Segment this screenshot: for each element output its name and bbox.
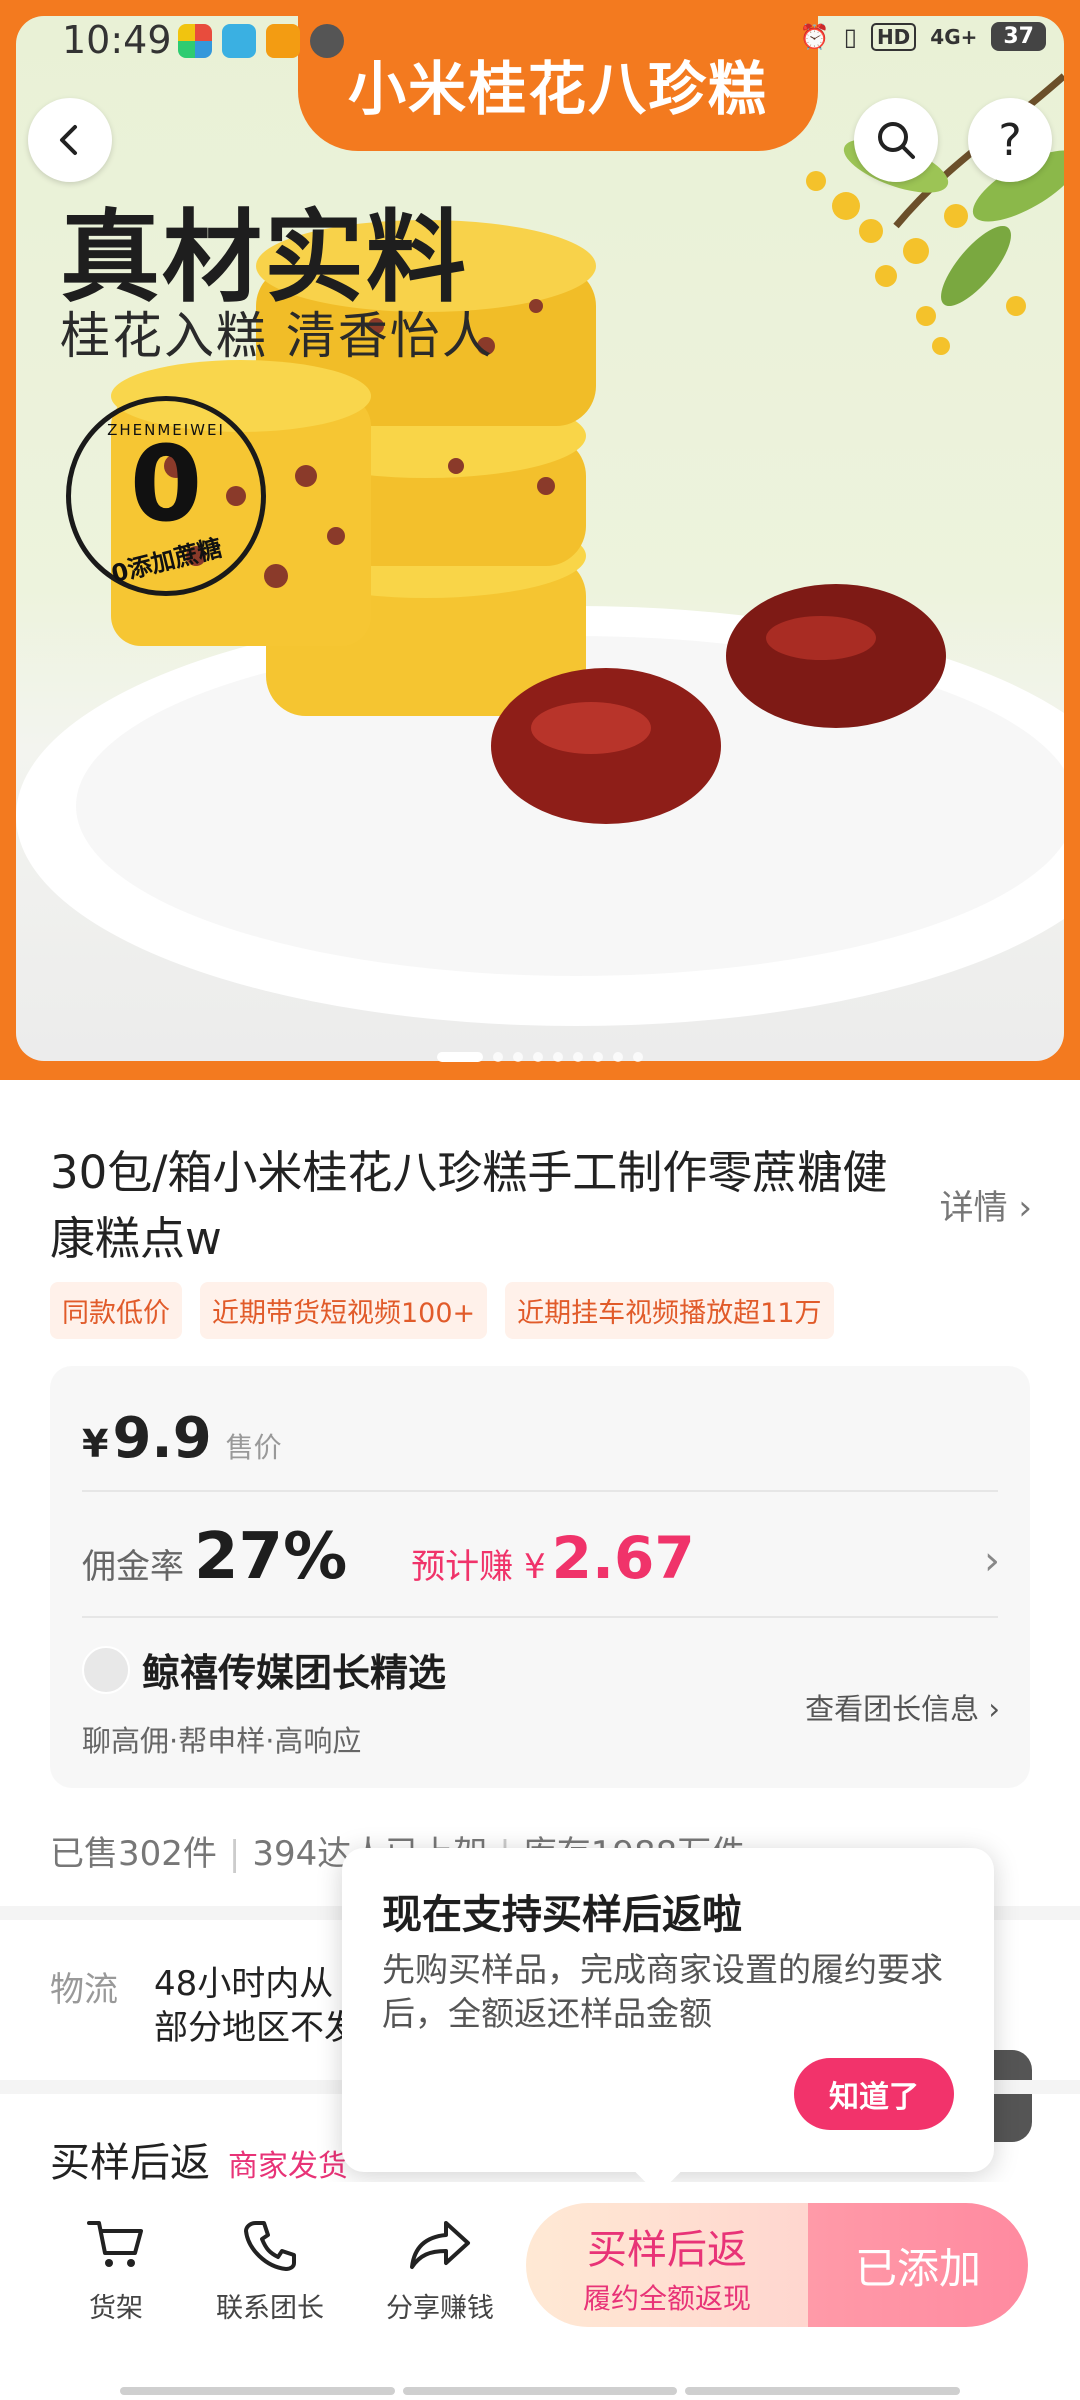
product-tag: 近期挂车视频播放超11万: [505, 1282, 834, 1339]
leader-row: 鲸禧传媒团长精选: [82, 1642, 446, 1697]
carousel-pager: [0, 1052, 1080, 1062]
detail-link-label: 详情: [939, 1188, 1008, 1228]
sold-count: 已售302件: [50, 1834, 217, 1874]
estimated-earn-value: 2.67: [551, 1524, 695, 1592]
product-title: 30包/箱小米桂花八珍糕手工制作零蔗糖健康糕点w: [50, 1146, 888, 1265]
hd-icon: HD: [870, 22, 917, 51]
divider: [82, 1490, 998, 1492]
tooltip-title: 现在支持买样后返啦: [382, 1892, 742, 1938]
sample-return-tooltip: 现在支持买样后返啦 先购买样品，完成商家设置的履约要求后，全额返还样品金额 知道…: [342, 1848, 994, 2172]
shelf-label: 货架: [89, 2293, 143, 2324]
product-tag: 同款低价: [50, 1282, 182, 1339]
home-indicator: [120, 2387, 961, 2395]
battery-icon: 37: [991, 22, 1046, 51]
status-app-icons: [178, 24, 344, 58]
alarm-icon: ⏰: [799, 22, 830, 51]
logistics-label: 物流: [50, 1970, 118, 2010]
product-tags: 同款低价 近期带货短视频100+ 近期挂车视频播放超11万: [50, 1282, 834, 1339]
commission-label: 佣金率: [82, 1547, 184, 1587]
back-button[interactable]: [28, 98, 112, 182]
search-icon: [878, 122, 915, 159]
carousel-dot[interactable]: [533, 1052, 543, 1062]
question-mark-icon: ?: [998, 114, 1022, 166]
detail-link[interactable]: 详情 ›: [940, 1180, 1032, 1229]
bottom-action-bar: 货架 联系团长 分享赚钱 买样后返 履约全额返现 已添加: [0, 2182, 1080, 2400]
commission-row[interactable]: 佣金率 27% 预计赚 ¥ 2.67: [82, 1520, 695, 1594]
chevron-right-icon: ›: [1018, 1188, 1032, 1228]
status-indicators: ⏰ ▯ HD 4G+ 37: [800, 22, 1046, 51]
notification-app-icon: [310, 24, 344, 58]
price-commission-card: ¥ 9.9 售价 佣金率 27% 预计赚 ¥ 2.67 › 鲸禧传媒团长精选 聊…: [50, 1366, 1030, 1788]
chevron-right-icon[interactable]: ›: [984, 1538, 1000, 1584]
chevron-right-icon: ›: [988, 1692, 1000, 1726]
view-leader-info-link[interactable]: 查看团长信息 ›: [805, 1686, 1000, 1728]
vibrate-icon: ▯: [843, 22, 857, 51]
price-label: 售价: [225, 1431, 282, 1464]
share-icon: [410, 2221, 470, 2269]
shelf-button[interactable]: 货架: [36, 2214, 196, 2325]
divider: [82, 1616, 998, 1618]
status-bar: 10:49 ⏰ ▯ HD 4G+ 37: [0, 0, 1080, 84]
tooltip-body: 先购买样品，完成商家设置的履约要求后，全额返还样品金额: [382, 1950, 943, 2033]
back-arrow-icon: [60, 125, 77, 155]
notification-app-icon: [266, 24, 300, 58]
notification-app-icon: [178, 24, 212, 58]
leader-features: 聊高佣·帮申样·高响应: [82, 1724, 362, 1758]
carousel-dot[interactable]: [437, 1052, 483, 1062]
divider: |: [228, 1834, 241, 1874]
contact-leader-button[interactable]: 联系团长: [190, 2214, 350, 2325]
carousel-dot[interactable]: [573, 1052, 583, 1062]
price-value: 9.9: [112, 1406, 212, 1471]
buy-sample-label: 买样后返: [587, 2227, 747, 2273]
carousel-dot[interactable]: [613, 1052, 623, 1062]
phone-icon: [244, 2221, 296, 2271]
carousel-dot[interactable]: [553, 1052, 563, 1062]
price-currency: ¥: [82, 1422, 109, 1466]
price-row: ¥ 9.9 售价: [82, 1406, 282, 1471]
carousel-dot[interactable]: [513, 1052, 523, 1062]
carousel-dot[interactable]: [633, 1052, 643, 1062]
avatar: [82, 1645, 130, 1694]
share-earn-button[interactable]: 分享赚钱: [360, 2214, 520, 2325]
sample-return-section: 买样后返 商家发货: [50, 2130, 348, 2188]
carousel-dot[interactable]: [493, 1052, 503, 1062]
cart-icon: [87, 2221, 143, 2267]
estimated-earn-label: 预计赚 ¥: [411, 1547, 546, 1587]
carousel-dot[interactable]: [593, 1052, 603, 1062]
no-sugar-seal: ZHENMEIWEI 0 0添加蔗糖: [66, 396, 266, 596]
signal-icon: 4G+: [930, 24, 978, 49]
view-leader-info-label: 查看团长信息: [805, 1692, 980, 1726]
buy-sample-sublabel: 履约全额返现: [582, 2282, 751, 2315]
got-it-button[interactable]: 知道了: [794, 2058, 954, 2130]
added-button[interactable]: 已添加: [808, 2203, 1028, 2327]
leader-name: 鲸禧传媒团长精选: [142, 1651, 447, 1695]
sample-cta-group: 买样后返 履约全额返现 已添加: [526, 2203, 1028, 2327]
notification-app-icon: [222, 24, 256, 58]
share-earn-label: 分享赚钱: [386, 2293, 494, 2324]
sample-return-title: 买样后返: [50, 2140, 210, 2186]
help-button[interactable]: ?: [968, 98, 1052, 182]
search-button[interactable]: [854, 98, 938, 182]
buy-sample-button[interactable]: 买样后返 履约全额返现: [526, 2203, 808, 2327]
contact-leader-label: 联系团长: [216, 2293, 324, 2324]
commission-rate: 27%: [194, 1520, 348, 1594]
product-tag: 近期带货短视频100+: [200, 1282, 488, 1339]
hero-subline: 桂花入糕 清香怡人: [60, 307, 494, 365]
sample-return-subtitle: 商家发货: [228, 2149, 348, 2184]
status-time: 10:49: [62, 18, 172, 62]
